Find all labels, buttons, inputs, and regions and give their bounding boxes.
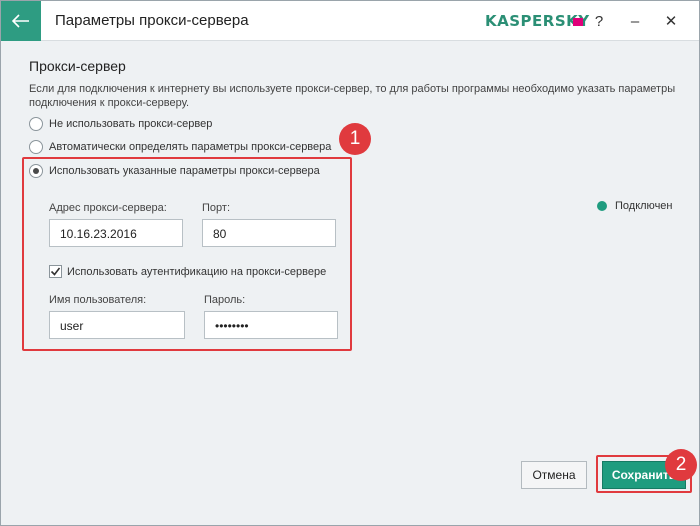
window-title: Параметры прокси-сервера: [55, 12, 249, 29]
status-dot-icon: [597, 201, 607, 211]
arrow-left-icon: [12, 14, 29, 28]
step-marker-2: 2: [665, 449, 697, 481]
kaspersky-logo: KASPERSKY: [485, 12, 590, 30]
status-label: Подключен: [615, 200, 673, 212]
cancel-button[interactable]: Отмена: [521, 461, 587, 489]
section-title: Прокси-сервер: [29, 58, 126, 74]
proxy-settings-highlight: [22, 157, 352, 351]
connection-status: Подключен: [597, 200, 673, 212]
radio-auto-detect[interactable]: [29, 140, 43, 154]
help-button[interactable]: ?: [581, 1, 617, 41]
option-auto-detect[interactable]: Автоматически определять параметры прокс…: [29, 140, 331, 154]
close-button[interactable]: ✕: [653, 1, 689, 41]
option-auto-detect-label: Автоматически определять параметры прокс…: [49, 141, 332, 153]
back-button[interactable]: [1, 1, 41, 41]
radio-no-proxy[interactable]: [29, 117, 43, 131]
step-marker-1: 1: [339, 123, 371, 155]
section-description: Если для подключения к интернету вы испо…: [29, 83, 676, 109]
option-no-proxy[interactable]: Не использовать прокси-сервер: [29, 117, 212, 131]
option-no-proxy-label: Не использовать прокси-сервер: [49, 118, 213, 130]
minimize-button[interactable]: –: [617, 1, 653, 41]
proxy-settings-window: Параметры прокси-сервера KASPERSKY ? – ✕…: [0, 0, 700, 526]
title-bar: Параметры прокси-сервера KASPERSKY ? – ✕: [1, 1, 699, 41]
